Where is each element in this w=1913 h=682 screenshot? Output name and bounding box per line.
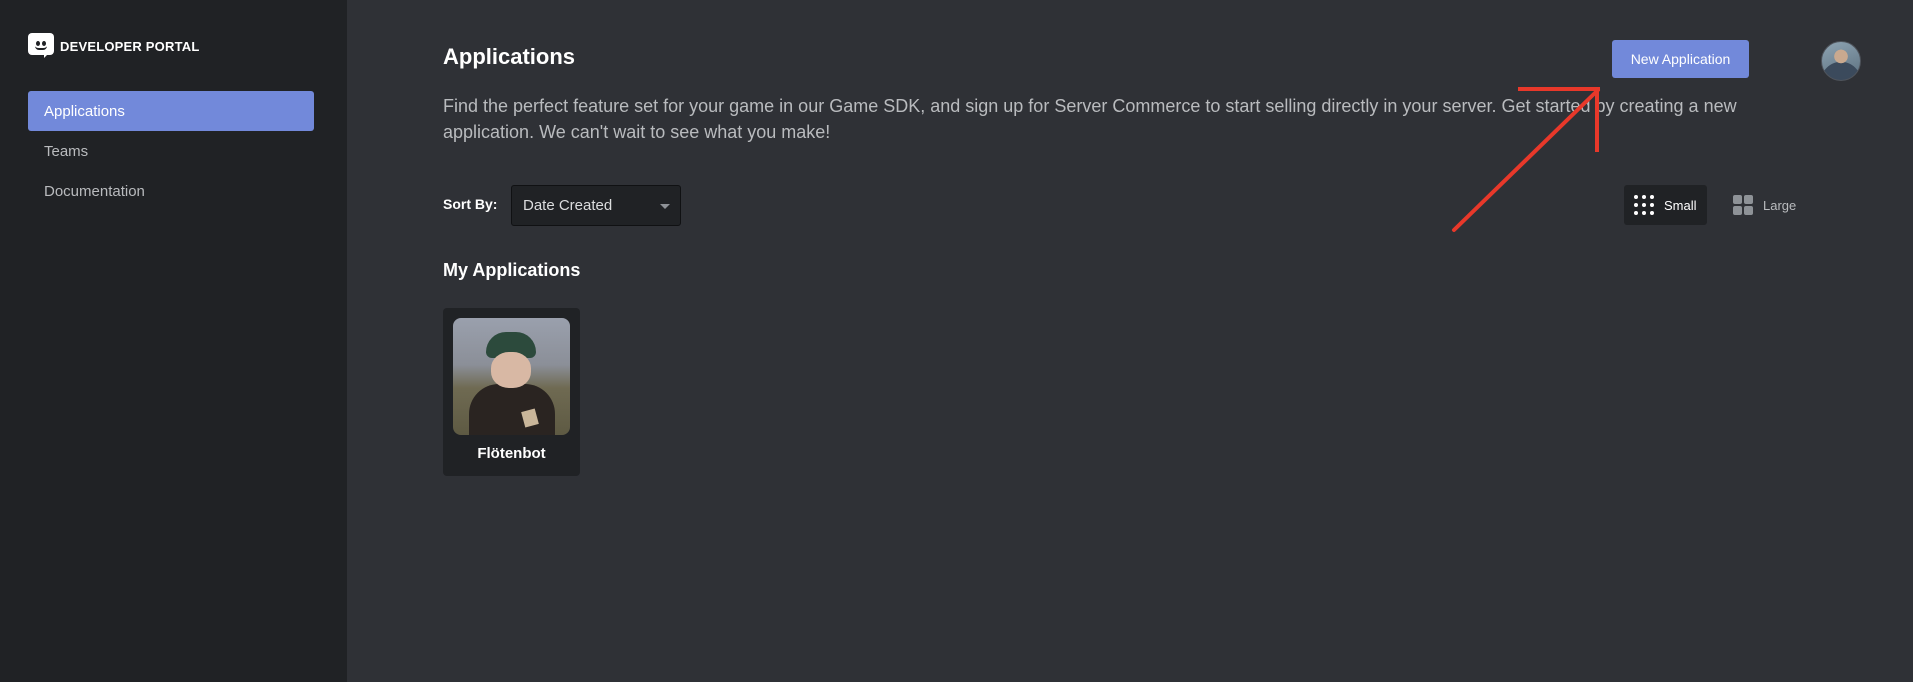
sort-select[interactable]: Date Created [511, 185, 681, 226]
sidebar: DEVELOPER PORTAL Applications Teams Docu… [0, 0, 347, 682]
sidebar-item-applications[interactable]: Applications [28, 91, 314, 131]
chevron-down-icon [660, 204, 670, 209]
sort-selected-value: Date Created [523, 197, 613, 214]
large-grid-icon [1733, 195, 1753, 215]
page-title: Applications [443, 44, 576, 69]
app-name: Flötenbot [477, 445, 546, 462]
user-avatar[interactable] [1821, 41, 1861, 81]
app-icon [453, 318, 570, 435]
view-small-label: Small [1664, 197, 1697, 213]
view-small-toggle[interactable]: Small [1624, 185, 1707, 225]
my-applications-title: My Applications [443, 260, 581, 280]
small-grid-icon [1634, 195, 1654, 215]
sidebar-nav: Applications Teams Documentation [28, 91, 314, 211]
sidebar-item-documentation[interactable]: Documentation [28, 171, 314, 211]
brand[interactable]: DEVELOPER PORTAL [28, 33, 199, 59]
app-card[interactable]: Flötenbot [443, 308, 580, 476]
view-large-toggle[interactable]: Large [1723, 185, 1801, 225]
brand-label: DEVELOPER PORTAL [60, 38, 200, 54]
view-large-label: Large [1763, 197, 1797, 213]
red-arrow-annotation [1452, 87, 1600, 232]
sort-label: Sort By: [443, 196, 498, 212]
discord-logo-icon [28, 33, 54, 59]
new-application-button[interactable]: New Application [1612, 40, 1749, 78]
sidebar-item-teams[interactable]: Teams [28, 131, 314, 171]
